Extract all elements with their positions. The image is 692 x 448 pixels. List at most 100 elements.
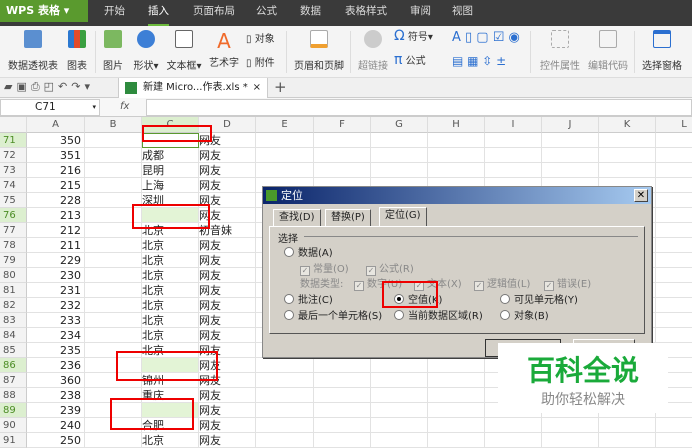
row-header[interactable]: 85 [0, 343, 27, 358]
row-header[interactable]: 74 [0, 178, 27, 193]
cell[interactable] [256, 358, 314, 373]
cell[interactable]: 网友 [199, 283, 256, 298]
cell[interactable] [656, 223, 692, 238]
cell[interactable]: 北京 [142, 283, 199, 298]
select-pane-button[interactable]: 选择窗格 [638, 30, 686, 72]
cell[interactable] [256, 403, 314, 418]
hyperlink-button[interactable]: 超链接 [356, 30, 390, 72]
cell[interactable] [85, 313, 142, 328]
cell[interactable] [428, 163, 485, 178]
cell[interactable] [371, 133, 428, 148]
menu-tab[interactable]: 公式 [256, 0, 277, 26]
cell[interactable]: 216 [27, 163, 85, 178]
cell[interactable]: 228 [27, 193, 85, 208]
cell[interactable]: 212 [27, 223, 85, 238]
row-header[interactable]: 90 [0, 418, 27, 433]
formula-input[interactable] [146, 99, 692, 116]
cell[interactable] [656, 208, 692, 223]
tab-find[interactable]: 查找(D) [273, 209, 321, 226]
cell[interactable] [314, 358, 371, 373]
cell[interactable]: 网友 [199, 268, 256, 283]
cell[interactable]: 211 [27, 238, 85, 253]
check-constant[interactable]: ✓ 常量(O) [300, 260, 349, 276]
menu-tab[interactable]: 插入 [148, 0, 169, 26]
column-header[interactable]: B [85, 117, 142, 133]
quick-access-icons[interactable]: ▰▣⎙◰↶↷▾ [4, 80, 94, 94]
row-header[interactable]: 82 [0, 298, 27, 313]
cell[interactable]: 网友 [199, 253, 256, 268]
menu-tab[interactable]: 页面布局 [193, 0, 235, 26]
cell[interactable]: 网友 [199, 403, 256, 418]
cell[interactable] [314, 403, 371, 418]
tab-replace[interactable]: 替换(P) [325, 209, 371, 226]
check-logical[interactable]: ✓ 逻辑值(L) [474, 275, 530, 291]
cell[interactable] [256, 163, 314, 178]
form-controls[interactable]: A ▯ ▢ ☑ ◉ [452, 30, 520, 45]
cell[interactable] [656, 268, 692, 283]
row-header[interactable]: 76 [0, 208, 27, 223]
symbol-button[interactable]: Ω 符号▾ [394, 28, 433, 44]
cell[interactable]: 北京 [142, 298, 199, 313]
menu-tab[interactable]: 视图 [452, 0, 473, 26]
cell[interactable] [371, 388, 428, 403]
row-header[interactable]: 78 [0, 238, 27, 253]
cell[interactable] [371, 403, 428, 418]
cell[interactable]: 351 [27, 148, 85, 163]
radio-current-region[interactable]: 当前数据区域(R) [394, 307, 483, 322]
cell[interactable]: 238 [27, 388, 85, 403]
cell[interactable] [85, 268, 142, 283]
cell[interactable] [256, 148, 314, 163]
cell[interactable]: 213 [27, 208, 85, 223]
cell[interactable] [599, 418, 656, 433]
control-props-button[interactable]: 控件属性 [536, 30, 584, 72]
cell[interactable]: 上海 [142, 178, 199, 193]
cell[interactable]: 北京 [142, 268, 199, 283]
cell[interactable] [314, 418, 371, 433]
cell[interactable] [85, 253, 142, 268]
cell[interactable]: 网友 [199, 388, 256, 403]
menu-tab[interactable]: 表格样式 [345, 0, 387, 26]
cell[interactable] [656, 253, 692, 268]
name-box[interactable]: C71 ▾ [0, 99, 100, 116]
check-error[interactable]: ✓ 错误(E) [544, 275, 591, 291]
cell[interactable]: 231 [27, 283, 85, 298]
cell[interactable] [256, 133, 314, 148]
wordart-button[interactable]: A 艺术字 [206, 28, 242, 69]
row-header[interactable]: 73 [0, 163, 27, 178]
cell[interactable] [428, 418, 485, 433]
column-header[interactable]: K [599, 117, 656, 133]
row-header[interactable]: 89 [0, 403, 27, 418]
cell[interactable] [656, 178, 692, 193]
cell[interactable] [314, 148, 371, 163]
column-header[interactable]: L [656, 117, 692, 133]
cell[interactable]: 网友 [199, 238, 256, 253]
cell[interactable] [85, 133, 142, 148]
cell[interactable] [485, 148, 542, 163]
cell[interactable]: 350 [27, 133, 85, 148]
cell[interactable]: 229 [27, 253, 85, 268]
row-header[interactable]: 84 [0, 328, 27, 343]
close-tab-icon[interactable]: × [253, 78, 261, 98]
cell[interactable]: 236 [27, 358, 85, 373]
cell[interactable] [85, 178, 142, 193]
cell[interactable] [656, 298, 692, 313]
cell[interactable] [542, 133, 599, 148]
column-header[interactable]: A [27, 117, 85, 133]
object-button[interactable]: ▯ 对象 [246, 30, 275, 45]
radio-last-cell[interactable]: 最后一个单元格(S) [284, 307, 382, 322]
cell[interactable] [656, 328, 692, 343]
cell[interactable]: 网友 [199, 178, 256, 193]
radio-data[interactable]: 数据(A) [284, 244, 333, 259]
cell[interactable]: 360 [27, 373, 85, 388]
cell[interactable] [371, 163, 428, 178]
close-icon[interactable]: ✕ [634, 189, 648, 202]
cell[interactable]: 233 [27, 313, 85, 328]
cell[interactable] [485, 163, 542, 178]
row-header[interactable]: 77 [0, 223, 27, 238]
cell[interactable] [85, 298, 142, 313]
cell[interactable] [428, 403, 485, 418]
cell[interactable]: 北京 [142, 238, 199, 253]
cell[interactable] [656, 313, 692, 328]
cell[interactable] [85, 163, 142, 178]
cell[interactable]: 网友 [199, 163, 256, 178]
